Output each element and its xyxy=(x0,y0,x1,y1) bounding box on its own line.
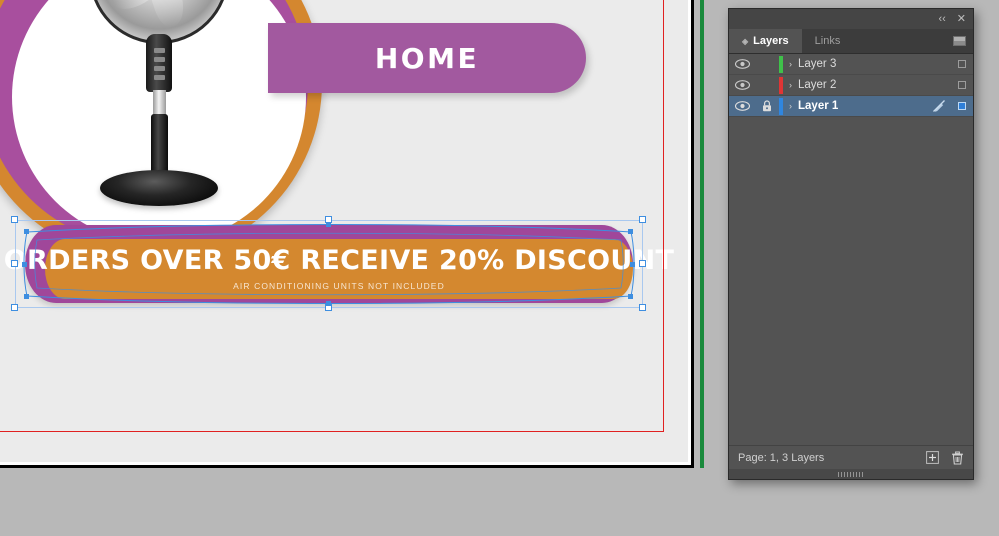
path-anchor-point[interactable] xyxy=(22,262,27,267)
selection-handle-nw[interactable] xyxy=(11,216,18,223)
layer-visibility-toggle[interactable] xyxy=(729,59,755,69)
layer-row[interactable]: › Layer 2 xyxy=(729,75,973,96)
layer-target-indicator[interactable] xyxy=(951,102,973,110)
layer-pen-disabled-toggle[interactable] xyxy=(927,99,951,113)
layer-name[interactable]: Layer 3 xyxy=(798,58,927,70)
layer-row[interactable]: › Layer 1 xyxy=(729,96,973,117)
panel-footer: Page: 1, 3 Layers xyxy=(729,445,973,469)
fan-control-buttons-icon xyxy=(154,48,165,80)
layer-color-swatch xyxy=(779,76,783,94)
banner-outer-shape: ORDERS OVER 50€ RECEIVE 20% DISCOUNT AIR… xyxy=(4,225,674,303)
layer-visibility-toggle[interactable] xyxy=(729,80,755,90)
layer-name[interactable]: Layer 2 xyxy=(798,79,927,91)
path-anchor-point[interactable] xyxy=(24,229,29,234)
logo-image-well xyxy=(12,0,306,244)
tab-bar-spacer xyxy=(853,29,953,53)
new-layer-button[interactable] xyxy=(926,451,939,464)
panel-grip-icon: ◈ xyxy=(742,36,749,46)
eye-icon xyxy=(734,101,750,111)
document-page[interactable]: HOME ORDERS OVER 50€ RECEIVE 20% DISCOUN… xyxy=(0,0,688,462)
trash-icon xyxy=(952,451,963,465)
new-layer-icon xyxy=(926,451,939,464)
layers-status-text: Page: 1, 3 Layers xyxy=(738,451,825,464)
path-anchor-point[interactable] xyxy=(628,294,633,299)
eye-icon xyxy=(734,59,750,69)
tab-layers[interactable]: ◈ Layers xyxy=(729,29,802,53)
tab-links-label: Links xyxy=(814,35,841,47)
layer-lock-toggle[interactable] xyxy=(755,100,779,112)
layer-visibility-toggle[interactable] xyxy=(729,101,755,111)
logo-circle-inner-ring xyxy=(0,0,308,246)
indesign-workspace: HOME ORDERS OVER 50€ RECEIVE 20% DISCOUN… xyxy=(0,0,999,536)
close-icon[interactable]: ✕ xyxy=(957,13,966,25)
chevron-right-icon[interactable]: › xyxy=(789,80,792,90)
layer-target-indicator[interactable] xyxy=(951,81,973,89)
layers-panel[interactable]: ‹‹ ✕ ◈ Layers Links › Layer 3 › Layer 2 … xyxy=(728,8,974,480)
path-anchor-point[interactable] xyxy=(326,222,331,227)
layer-name[interactable]: Layer 1 xyxy=(798,100,927,112)
banner-title: ORDERS OVER 50€ RECEIVE 20% DISCOUNT xyxy=(3,245,675,276)
panel-resize-grip[interactable] xyxy=(838,471,864,477)
panel-tab-bar[interactable]: ◈ Layers Links xyxy=(729,29,973,54)
panel-menu-icon[interactable] xyxy=(953,36,966,46)
layer-color-swatch xyxy=(779,97,783,115)
selection-handle-se[interactable] xyxy=(639,304,646,311)
path-anchor-point[interactable] xyxy=(24,294,29,299)
panel-resize-strip[interactable] xyxy=(729,469,973,479)
discount-banner-object[interactable]: ORDERS OVER 50€ RECEIVE 20% DISCOUNT AIR… xyxy=(4,216,674,311)
eye-icon xyxy=(734,80,750,90)
fan-pole-chrome xyxy=(153,90,166,116)
layer-color-swatch xyxy=(779,55,783,73)
delete-layer-button[interactable] xyxy=(951,451,964,465)
tab-links[interactable]: Links xyxy=(802,29,854,53)
chevron-right-icon[interactable]: › xyxy=(789,101,792,111)
collapse-icon[interactable]: ‹‹ xyxy=(938,13,945,25)
selection-handle-sw[interactable] xyxy=(11,304,18,311)
fan-base xyxy=(100,170,218,206)
pen-disabled-icon xyxy=(933,100,945,112)
path-anchor-point[interactable] xyxy=(630,262,635,267)
selection-handle-ne[interactable] xyxy=(639,216,646,223)
lock-icon xyxy=(763,100,771,112)
layer-list[interactable]: › Layer 3 › Layer 2 › Layer 1 xyxy=(729,54,973,445)
panel-titlebar[interactable]: ‹‹ ✕ xyxy=(729,9,973,29)
path-anchor-point[interactable] xyxy=(628,229,633,234)
home-button[interactable]: HOME xyxy=(268,23,586,93)
chevron-right-icon[interactable]: › xyxy=(789,59,792,69)
tab-layers-label: Layers xyxy=(753,35,789,47)
layer-row[interactable]: › Layer 3 xyxy=(729,54,973,75)
document-canvas[interactable]: HOME ORDERS OVER 50€ RECEIVE 20% DISCOUN… xyxy=(0,0,710,470)
selection-handle-w[interactable] xyxy=(11,260,18,267)
pedestal-fan-illustration xyxy=(64,0,254,206)
selection-handle-e[interactable] xyxy=(639,260,646,267)
home-button-label: HOME xyxy=(374,41,480,75)
banner-inner-shape: ORDERS OVER 50€ RECEIVE 20% DISCOUNT AIR… xyxy=(4,239,674,299)
banner-subtitle: AIR CONDITIONING UNITS NOT INCLUDED xyxy=(233,281,445,291)
path-anchor-point[interactable] xyxy=(326,301,331,306)
spine-guide xyxy=(700,0,704,468)
layer-target-indicator[interactable] xyxy=(951,60,973,68)
